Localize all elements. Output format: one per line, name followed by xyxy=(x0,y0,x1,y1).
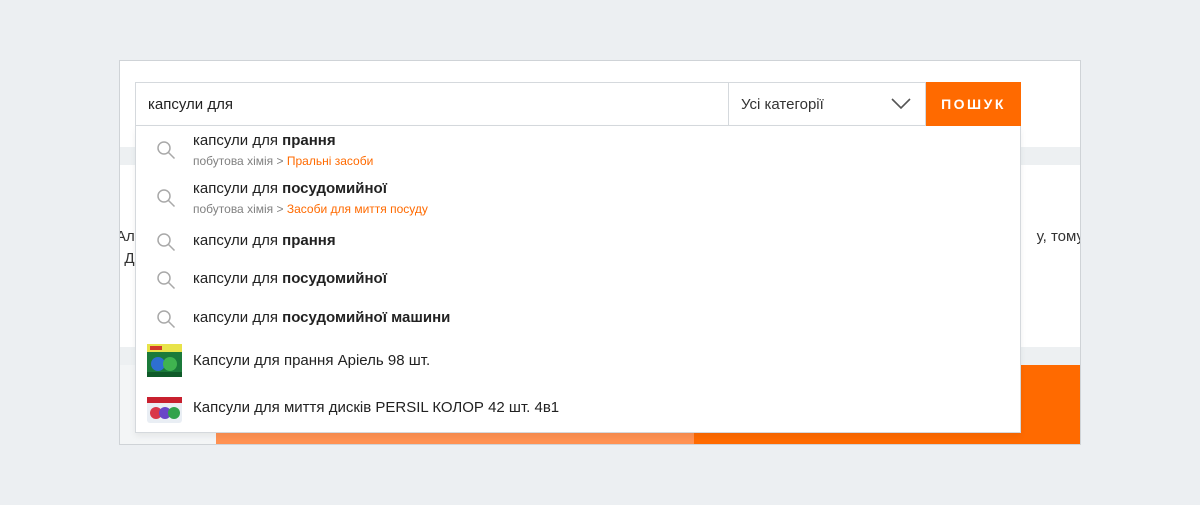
product-suggestion[interactable]: Капсули для прання Аріель 98 шт. xyxy=(136,340,1020,384)
product-suggestion[interactable]: Капсули для миття дисків PERSIL КОЛОР 42… xyxy=(136,388,1020,430)
background-text-left-2: . Д xyxy=(120,250,135,267)
suggestion-category-link[interactable]: Засоби для миття посуду xyxy=(287,202,428,216)
suggestion-text: капсули для посудомийної xyxy=(193,180,387,197)
search-icon xyxy=(157,310,176,329)
search-icon xyxy=(157,141,176,160)
search-icon xyxy=(157,271,176,290)
product-name: Капсули для миття дисків PERSIL КОЛОР 42… xyxy=(193,399,560,416)
category-select-label: Усі категорії xyxy=(741,95,824,113)
category-select[interactable]: Усі категорії xyxy=(728,82,926,126)
background-text-right: у, тому xyxy=(1036,228,1081,245)
suggestion-item[interactable]: капсули для посудомийної машини xyxy=(136,301,1020,337)
search-icon xyxy=(157,189,176,208)
suggestion-text: капсули для посудомийної машини xyxy=(193,309,451,326)
ariel-product-thumbnail xyxy=(147,344,182,377)
suggestion-item[interactable]: капсули для прання побутова хімія > Прал… xyxy=(136,126,1020,174)
background-text-left: Ал xyxy=(120,228,135,245)
suggestion-item[interactable]: капсули для посудомийної побутова хімія … xyxy=(136,174,1020,222)
search-icon xyxy=(157,233,176,252)
suggestion-path: побутова хімія > Засоби для миття посуду xyxy=(193,202,428,216)
suggestion-path: побутова хімія > Пральні засоби xyxy=(193,154,374,168)
suggestion-category-link[interactable]: Пральні засоби xyxy=(287,154,373,168)
search-input[interactable] xyxy=(135,82,728,126)
product-name: Капсули для прання Аріель 98 шт. xyxy=(193,352,431,369)
persil-product-thumbnail xyxy=(147,397,182,423)
search-bar: Усі категорії ПОШУК xyxy=(135,82,1021,126)
chevron-down-icon xyxy=(891,98,911,110)
suggestion-text: капсули для прання xyxy=(193,232,336,249)
search-button[interactable]: ПОШУК xyxy=(926,82,1021,126)
suggestion-item[interactable]: капсули для прання xyxy=(136,224,1020,260)
suggestion-item[interactable]: капсули для посудомийної xyxy=(136,262,1020,298)
suggestion-text: капсули для посудомийної xyxy=(193,270,387,287)
suggestions-dropdown: капсули для прання побутова хімія > Прал… xyxy=(135,126,1021,433)
suggestion-text: капсули для прання xyxy=(193,132,336,149)
